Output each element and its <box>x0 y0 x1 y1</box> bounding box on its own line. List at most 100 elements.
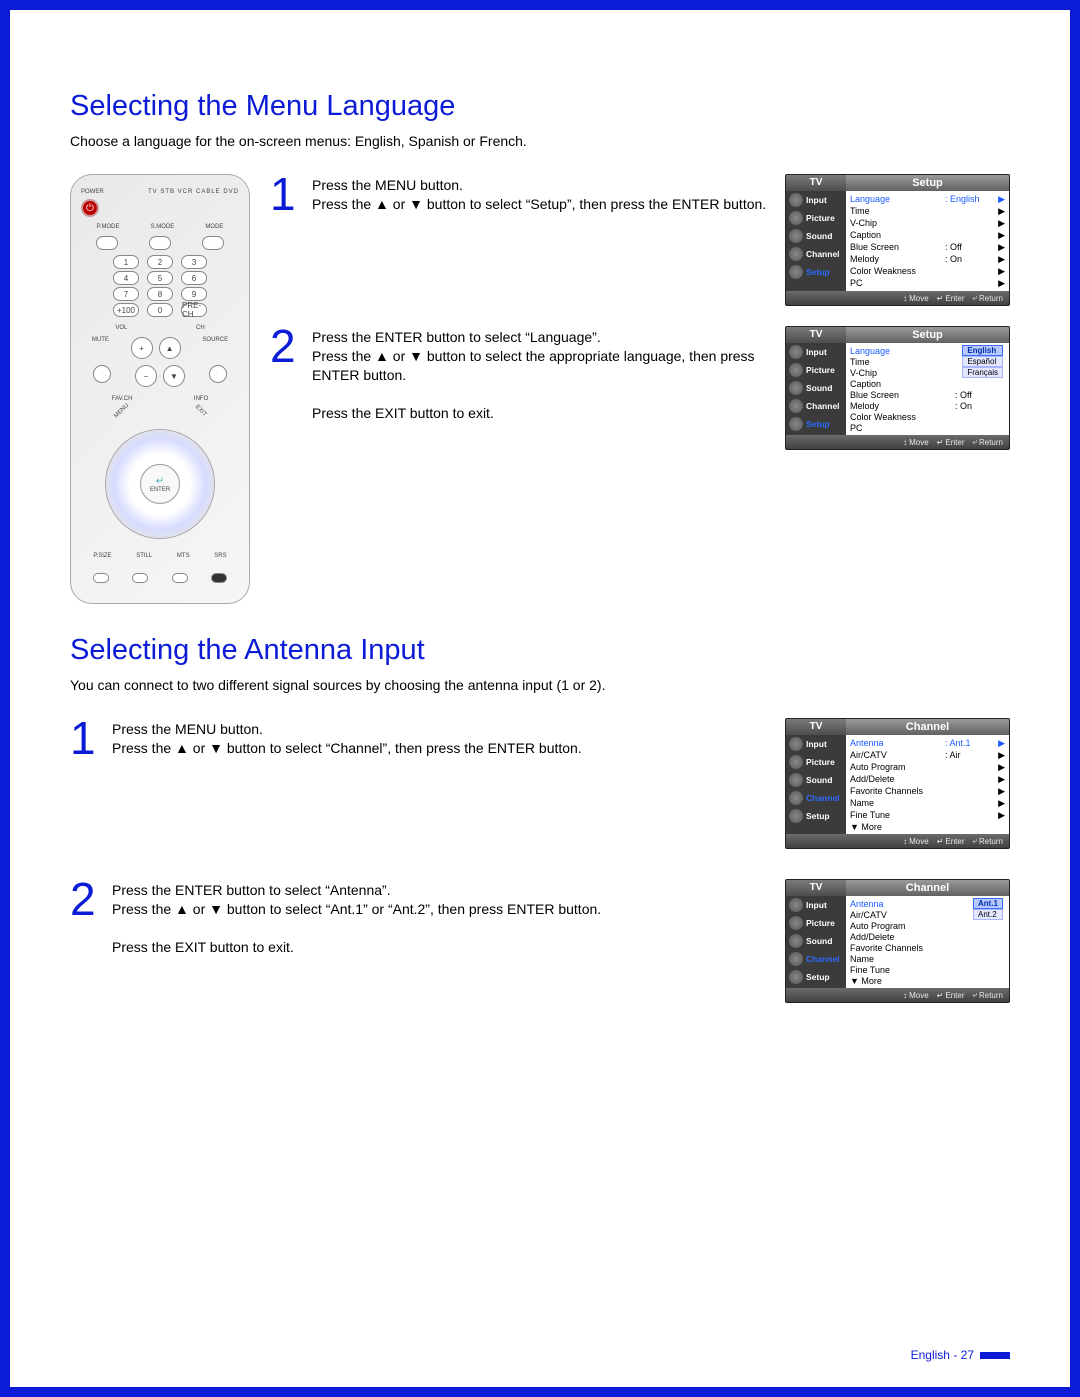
osd-side-input: Input <box>786 735 846 753</box>
osd-row-key: Fine Tune <box>850 810 995 820</box>
osd-option-popup: Ant.1Ant.2 <box>973 898 1003 920</box>
caret-icon: ▶ <box>995 206 1005 217</box>
move-label: Move <box>909 438 929 447</box>
remote-key-2: 2 <box>147 255 173 269</box>
osd-row-key: Name <box>850 798 995 808</box>
osd-row-key: Auto Program <box>850 921 1005 931</box>
up-arrow-icon: ▲ <box>175 739 189 758</box>
osd-row: Blue Screen: Off▶ <box>846 241 1009 253</box>
osd-row-key: Language <box>850 194 945 204</box>
enter-icon: ↵ <box>937 837 944 846</box>
caret-icon: ▶ <box>995 218 1005 229</box>
remote-key-4: 4 <box>113 271 139 285</box>
return-label: Return <box>979 438 1003 447</box>
remote-vol-label: VOL <box>115 325 127 331</box>
osd-side-channel: Channel <box>786 245 846 263</box>
remote-favch: FAV.CH <box>112 396 133 402</box>
osd-side-picture: Picture <box>786 914 846 932</box>
osd-row-value: : On <box>945 254 995 264</box>
osd-side-input: Input <box>786 896 846 914</box>
section1-intro: Choose a language for the on-screen menu… <box>70 133 1010 149</box>
osd-row-key: Add/Delete <box>850 774 995 784</box>
osd-side-setup: Setup <box>786 415 846 433</box>
remote-mode: MODE <box>205 224 223 230</box>
down-arrow-icon: ▼ <box>209 900 223 919</box>
step1-number: 1 <box>270 174 300 296</box>
osd3: TVChannel InputPictureSoundChannelSetup … <box>785 718 1010 849</box>
osd2-container: TVSetup InputPictureSoundChannelSetup La… <box>785 326 1010 470</box>
osd-tv-label: TV <box>786 327 846 343</box>
osd-side-label: Picture <box>806 757 835 767</box>
return-icon: ⤶ <box>973 293 977 303</box>
picture-icon <box>789 755 803 769</box>
picture-icon <box>789 916 803 930</box>
remote-smode: S.MODE <box>151 224 175 230</box>
osd-side-input: Input <box>786 343 846 361</box>
s2-step1-line2b: or <box>189 740 209 756</box>
osd3-title: Channel <box>846 719 1009 735</box>
up-arrow-icon: ▲ <box>375 347 389 366</box>
caret-icon: ▶ <box>995 786 1005 797</box>
s2-step2-line2b: or <box>189 901 209 917</box>
enter-icon: ↵ <box>937 438 944 447</box>
osd-row: PC <box>846 422 1009 433</box>
osd-side-label: Picture <box>806 918 835 928</box>
osd-row-key: Antenna <box>850 738 945 748</box>
osd2-footer: ↕Move ↵Enter ⤶Return <box>786 435 1009 449</box>
caret-icon: ▶ <box>995 810 1005 821</box>
osd-row-key: Melody <box>850 401 955 411</box>
osd-row: Favorite Channels▶ <box>846 785 1009 797</box>
osd-side-label: Channel <box>806 793 840 803</box>
enter-icon: ↵ <box>937 991 944 1000</box>
remote-exit: EXIT <box>194 404 208 418</box>
osd1-sidebar: InputPictureSoundChannelSetup <box>786 191 846 291</box>
s2-step2-line2c: button to select “Ant.1” or “Ant.2”, the… <box>223 901 601 917</box>
osd-row: Fine Tune▶ <box>846 809 1009 821</box>
input-icon <box>789 345 803 359</box>
section2-row2: 2 Press the ENTER button to select “Ante… <box>70 879 1010 1023</box>
move-label: Move <box>909 837 929 846</box>
up-arrow-icon: ▲ <box>375 195 389 214</box>
remote-key-9: 9 <box>181 287 207 301</box>
up-arrow-icon: ▲ <box>175 900 189 919</box>
return-icon: ⤶ <box>973 836 977 846</box>
move-label: Move <box>909 294 929 303</box>
move-label: Move <box>909 991 929 1000</box>
page-number: English - 27 <box>911 1348 1010 1362</box>
osd3-container: TVChannel InputPictureSoundChannelSetup … <box>785 718 1010 869</box>
setup-icon <box>789 809 803 823</box>
sound-icon <box>789 381 803 395</box>
osd-row-key: Favorite Channels <box>850 943 1005 953</box>
remote-enter-text: ENTER <box>150 487 170 493</box>
step1-line2a: Press the <box>312 196 375 212</box>
step2-line2b: or <box>389 348 409 364</box>
osd-row-value: : On <box>955 401 1005 411</box>
osd-side-label: Setup <box>806 811 830 821</box>
s2-step2-line1: Press the ENTER button to select “Antenn… <box>112 882 391 898</box>
step2-text: Press the ENTER button to select “Langua… <box>312 326 775 440</box>
osd-side-channel: Channel <box>786 950 846 968</box>
channel-icon <box>789 247 803 261</box>
osd-row-key: Air/CATV <box>850 750 945 760</box>
section1-steps: 1 Press the MENU button. Press the ▲ or … <box>270 174 1010 604</box>
osd-row: Color Weakness <box>846 411 1009 422</box>
channel-icon <box>789 952 803 966</box>
remote-key-+100: +100 <box>113 303 139 317</box>
osd-row: Add/Delete▶ <box>846 773 1009 785</box>
remote-still: STILL <box>136 553 152 559</box>
s2-step1-text: Press the MENU button. Press the ▲ or ▼ … <box>112 718 755 839</box>
power-button-icon: ⏻ <box>81 199 99 217</box>
osd-row: Air/CATV: Air▶ <box>846 749 1009 761</box>
down-arrow-icon: ▼ <box>409 195 423 214</box>
osd-row-key: PC <box>850 423 1005 433</box>
osd-row: Caption▶ <box>846 229 1009 241</box>
move-icon: ↕ <box>903 837 907 846</box>
caret-icon: ▶ <box>995 750 1005 761</box>
osd-row: ▼ More <box>846 975 1009 986</box>
osd-side-setup: Setup <box>786 263 846 281</box>
return-icon: ⤶ <box>973 437 977 447</box>
sound-icon <box>789 934 803 948</box>
osd-row: ▼ More <box>846 821 1009 832</box>
osd-side-label: Input <box>806 900 827 910</box>
osd1-footer: ↕Move ↵Enter ⤶Return <box>786 291 1009 305</box>
